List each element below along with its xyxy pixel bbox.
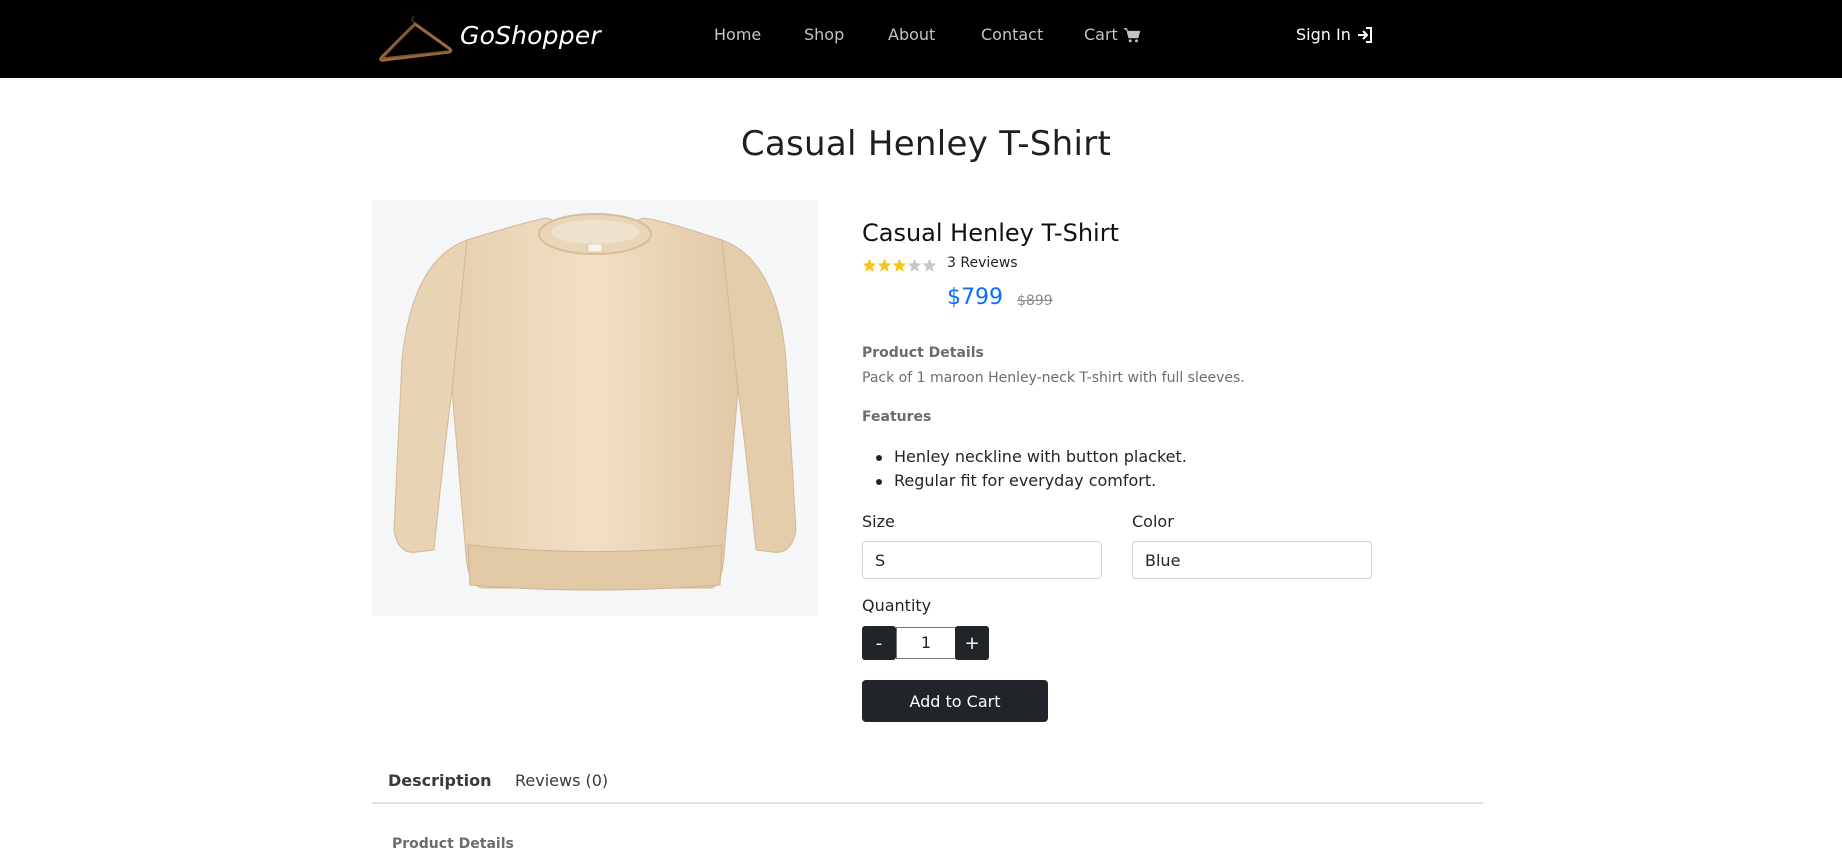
quantity-label: Quantity: [862, 596, 932, 615]
nav-cart-link[interactable]: Cart: [1084, 25, 1141, 45]
star-filled-icon: [892, 258, 907, 272]
brand[interactable]: GoShopper: [377, 14, 601, 64]
quantity-input[interactable]: 1: [896, 627, 956, 659]
star-filled-icon: [877, 258, 892, 272]
feature-item: Regular fit for everyday comfort.: [862, 469, 1187, 493]
page-title: Casual Henley T-Shirt: [740, 124, 1112, 164]
star-empty-icon: [922, 258, 937, 272]
hanger-icon: [379, 16, 453, 62]
color-label: Color: [1132, 512, 1174, 531]
product-image: [372, 200, 818, 616]
star-filled-icon: [862, 258, 877, 272]
star-rating: [862, 258, 937, 273]
details-heading: Product Details: [862, 345, 984, 361]
old-price: $899: [1017, 293, 1053, 309]
top-navbar: GoShopper Home Shop About Contact Cart S…: [0, 0, 1842, 78]
quantity-increase-button[interactable]: +: [955, 626, 989, 660]
tab-reviews[interactable]: Reviews (0): [515, 771, 608, 790]
current-price: $799: [947, 285, 1003, 310]
brand-name: GoShopper: [460, 20, 601, 50]
tab-content-heading: Product Details: [392, 836, 514, 852]
nav-shop-link[interactable]: Shop: [804, 25, 844, 45]
size-select[interactable]: S: [862, 541, 1102, 579]
features-list: Henley neckline with button placket. Reg…: [862, 445, 1187, 493]
sign-in-label: Sign In: [1296, 25, 1351, 44]
nav-cart-label: Cart: [1084, 25, 1118, 44]
feature-item: Henley neckline with button placket.: [862, 445, 1187, 469]
product-name: Casual Henley T-Shirt: [862, 219, 1119, 247]
nav-contact-link[interactable]: Contact: [981, 25, 1043, 45]
add-to-cart-button[interactable]: Add to Cart: [862, 680, 1048, 722]
review-count[interactable]: 3 Reviews: [947, 255, 1018, 271]
color-value: Blue: [1145, 550, 1181, 570]
details-text: Pack of 1 maroon Henley-neck T-shirt wit…: [862, 370, 1245, 386]
quantity-decrease-button[interactable]: -: [862, 626, 896, 660]
sweatshirt-image: [393, 213, 797, 591]
cart-icon: [1123, 28, 1141, 43]
features-heading: Features: [862, 409, 932, 425]
nav-about-link[interactable]: About: [888, 25, 935, 45]
sign-in-icon: [1357, 27, 1372, 43]
color-select[interactable]: Blue: [1132, 541, 1372, 579]
sign-in-link[interactable]: Sign In: [1296, 25, 1374, 45]
size-label: Size: [862, 512, 895, 531]
nav-home-link[interactable]: Home: [714, 25, 761, 45]
size-value: S: [875, 550, 886, 570]
tab-description[interactable]: Description: [388, 771, 491, 790]
product-tabs: Description Reviews (0): [372, 762, 1483, 804]
star-empty-icon: [907, 258, 922, 272]
